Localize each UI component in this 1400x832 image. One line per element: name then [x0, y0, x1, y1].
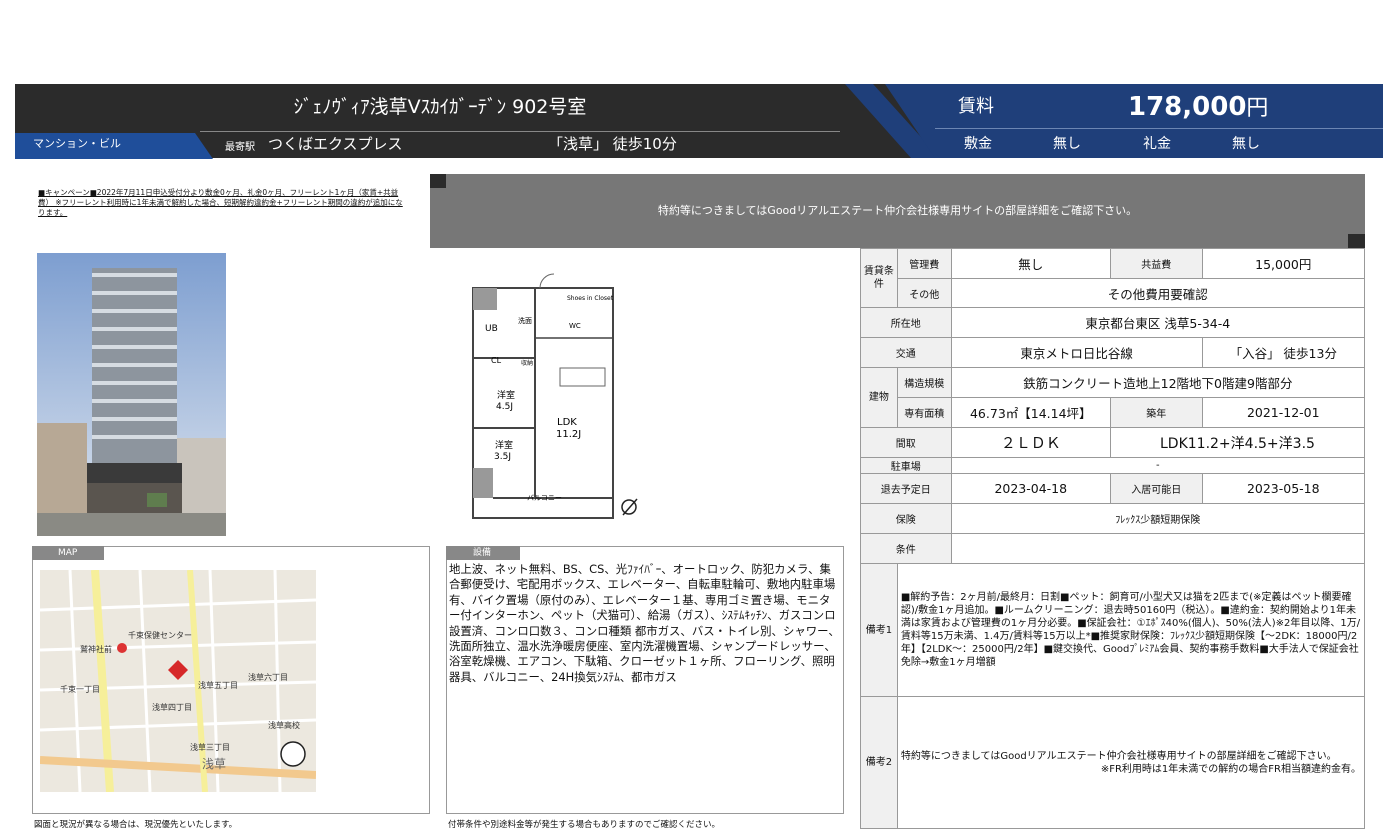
- plan-room2-label: 洋室: [495, 439, 513, 451]
- header-divider: [200, 131, 840, 132]
- map-label-asakusa4: 浅草四丁目: [152, 702, 192, 712]
- parking-value: -: [950, 457, 1366, 474]
- common-fee-value: 15,000円: [1201, 248, 1366, 279]
- building-label: 建物: [860, 367, 898, 428]
- deposit-value: 無し: [1053, 136, 1081, 152]
- layout-type: ２ＬＤＫ: [950, 427, 1111, 458]
- property-type-tag: マンション・ビル: [15, 133, 195, 159]
- rent-amount: 178,000: [1128, 92, 1247, 122]
- notice-banner: 特約等につきましてはGoodリアルエステート仲介会社様専用サイトの部屋詳細をご確…: [430, 174, 1365, 248]
- plan-ldk-label: LDK: [557, 417, 577, 428]
- layout-detail: LDK11.2+洋4.5+洋3.5: [1109, 427, 1366, 458]
- remarks2-text: 特約等につきましてはGoodリアルエステート仲介会社様専用サイトの部屋詳細をご確…: [900, 750, 1337, 762]
- plan-cl-label: CL: [491, 356, 502, 365]
- conditions-label: 条件: [860, 533, 952, 564]
- station-walk: 「浅草」 徒歩10分: [548, 135, 677, 153]
- map-label-asakusa5: 浅草五丁目: [198, 680, 238, 690]
- map-label-asakusa: 浅草: [202, 757, 226, 771]
- facilities-text: 地上波、ネット無料、BS、CS、光ﾌｧｲﾊﾞｰ、オートロック、防犯カメラ、集合郵…: [449, 562, 840, 684]
- map-label-asakusa6: 浅草六丁目: [248, 672, 288, 682]
- transport-label: 交通: [860, 337, 952, 368]
- map-compass-icon: [280, 741, 306, 767]
- rent-panel-chevron: [845, 84, 940, 158]
- remarks2-note: ※FR利用時は1年未満での解約の場合FR相当額違約金有。: [1100, 763, 1361, 775]
- map-image[interactable]: 千束保健センター 鷲神社前 浅草五丁目 浅草四丁目 浅草高校 千束一丁目 浅草六…: [40, 570, 316, 792]
- type-tag-arrow: [183, 133, 213, 159]
- map-label-senzoku: 千束一丁目: [60, 684, 100, 694]
- floor-plan: Shoes in Closet 洗面 WC UB CL 収納 洋室 4.5J L…: [472, 273, 638, 519]
- other-fee-value: その他費用要確認: [950, 278, 1366, 308]
- conditions-value: [950, 533, 1366, 564]
- structure-value: 鉄筋コンクリート造地上12階地下0階建9階部分: [950, 367, 1366, 398]
- key-money-label: 礼金: [1143, 136, 1171, 152]
- movein-label: 入居可能日: [1109, 473, 1203, 504]
- mgmt-fee-label: 管理費: [896, 248, 952, 279]
- insurance-label: 保険: [860, 503, 952, 534]
- transport-line: 東京メトロ日比谷線: [950, 337, 1203, 368]
- remarks1-label: 備考1: [860, 563, 898, 697]
- notice-corner-left: [430, 174, 446, 188]
- campaign-text: ■キャンペーン■2022年7月11日申込受付分より敷金0ヶ月、礼金0ヶ月、フリー…: [38, 188, 403, 217]
- moveout-value: 2023-04-18: [950, 473, 1111, 504]
- map-streets: 千束保健センター 鷲神社前 浅草五丁目 浅草四丁目 浅草高校 千束一丁目 浅草六…: [40, 570, 316, 792]
- plan-room1-size: 4.5J: [496, 402, 513, 412]
- area-value: 46.73㎡【14.14坪】: [950, 397, 1111, 428]
- mgmt-fee-value: 無し: [950, 248, 1111, 279]
- rent-label: 賃料: [958, 96, 994, 117]
- plan-shoes-label: Shoes in Closet: [567, 295, 614, 302]
- plan-wash-label: 洗面: [518, 316, 532, 325]
- map-label-school: 浅草高校: [268, 720, 300, 730]
- address-value: 東京都台東区 浅草5-34-4: [950, 307, 1366, 338]
- remarks2-cell: 特約等につきましてはGoodリアルエステート仲介会社様専用サイトの部屋詳細をご確…: [896, 696, 1366, 829]
- rent-value: 178,000円: [1128, 90, 1268, 126]
- building-illustration: [37, 253, 226, 536]
- rent-unit: 円: [1246, 96, 1269, 121]
- remarks2-label: 備考2: [860, 696, 898, 829]
- property-title: ｼﾞｪﾉｳﾞｨｱ浅草Vｽｶｲｶﾞｰﾃﾞﾝ 902号室: [293, 96, 587, 118]
- building-photo: [37, 253, 226, 536]
- built-year-value: 2021-12-01: [1201, 397, 1366, 428]
- station-name: つくばエクスプレス: [268, 135, 403, 153]
- plan-room1-label: 洋室: [497, 389, 515, 401]
- built-year-label: 築年: [1109, 397, 1203, 428]
- nearest-station-label: 最寄駅: [225, 142, 255, 153]
- layout-label: 間取: [860, 427, 952, 458]
- notice-corner-right: [1348, 234, 1365, 248]
- address-label: 所在地: [860, 307, 952, 338]
- moveout-label: 退去予定日: [860, 473, 952, 504]
- area-label: 専有面積: [896, 397, 952, 428]
- detail-table: 賃貸条件 管理費 無し 共益費 15,000円 その他 その他費用要確認 所在地…: [860, 248, 1366, 829]
- structure-label: 構造規模: [896, 367, 952, 398]
- plan-balcony-label: バルコニー: [527, 494, 562, 502]
- plan-storage-label: 収納: [521, 359, 533, 367]
- map-label-washrine: 鷲神社前: [80, 644, 112, 654]
- parking-label: 駐車場: [860, 457, 952, 474]
- remarks1-text: ■解約予告：2ヶ月前/最終月：日割■ペット：飼育可/小型犬又は猫を2匹まで(※定…: [896, 563, 1366, 697]
- facilities-tag: 設備: [446, 546, 520, 560]
- transport-walk: 「入谷」 徒歩13分: [1201, 337, 1366, 368]
- plan-ldk-size: 11.2J: [556, 429, 581, 440]
- deposit-label: 敷金: [964, 136, 992, 152]
- facilities-note: 付帯条件や別途料金等が発生する場合もありますのでご確認ください。: [448, 820, 721, 830]
- rent-divider: [935, 128, 1383, 129]
- insurance-value: ﾌﾚｯｸｽ少額短期保険: [950, 503, 1366, 534]
- plan-room2-size: 3.5J: [494, 452, 511, 462]
- map-label-asakusa3: 浅草三丁目: [190, 742, 230, 752]
- plan-wc-label: WC: [569, 322, 581, 330]
- other-fee-label: その他: [896, 278, 952, 308]
- map-label-center: 千束保健センター: [128, 630, 192, 640]
- map-note: 図面と現況が異なる場合は、現況優先といたします。: [34, 820, 238, 830]
- common-fee-label: 共益費: [1109, 248, 1203, 279]
- rent-conditions-label: 賃貸条件: [860, 248, 898, 308]
- key-money-value: 無し: [1232, 136, 1260, 152]
- map-tag: MAP: [32, 546, 104, 560]
- plan-ub-label: UB: [485, 324, 498, 334]
- movein-value: 2023-05-18: [1201, 473, 1366, 504]
